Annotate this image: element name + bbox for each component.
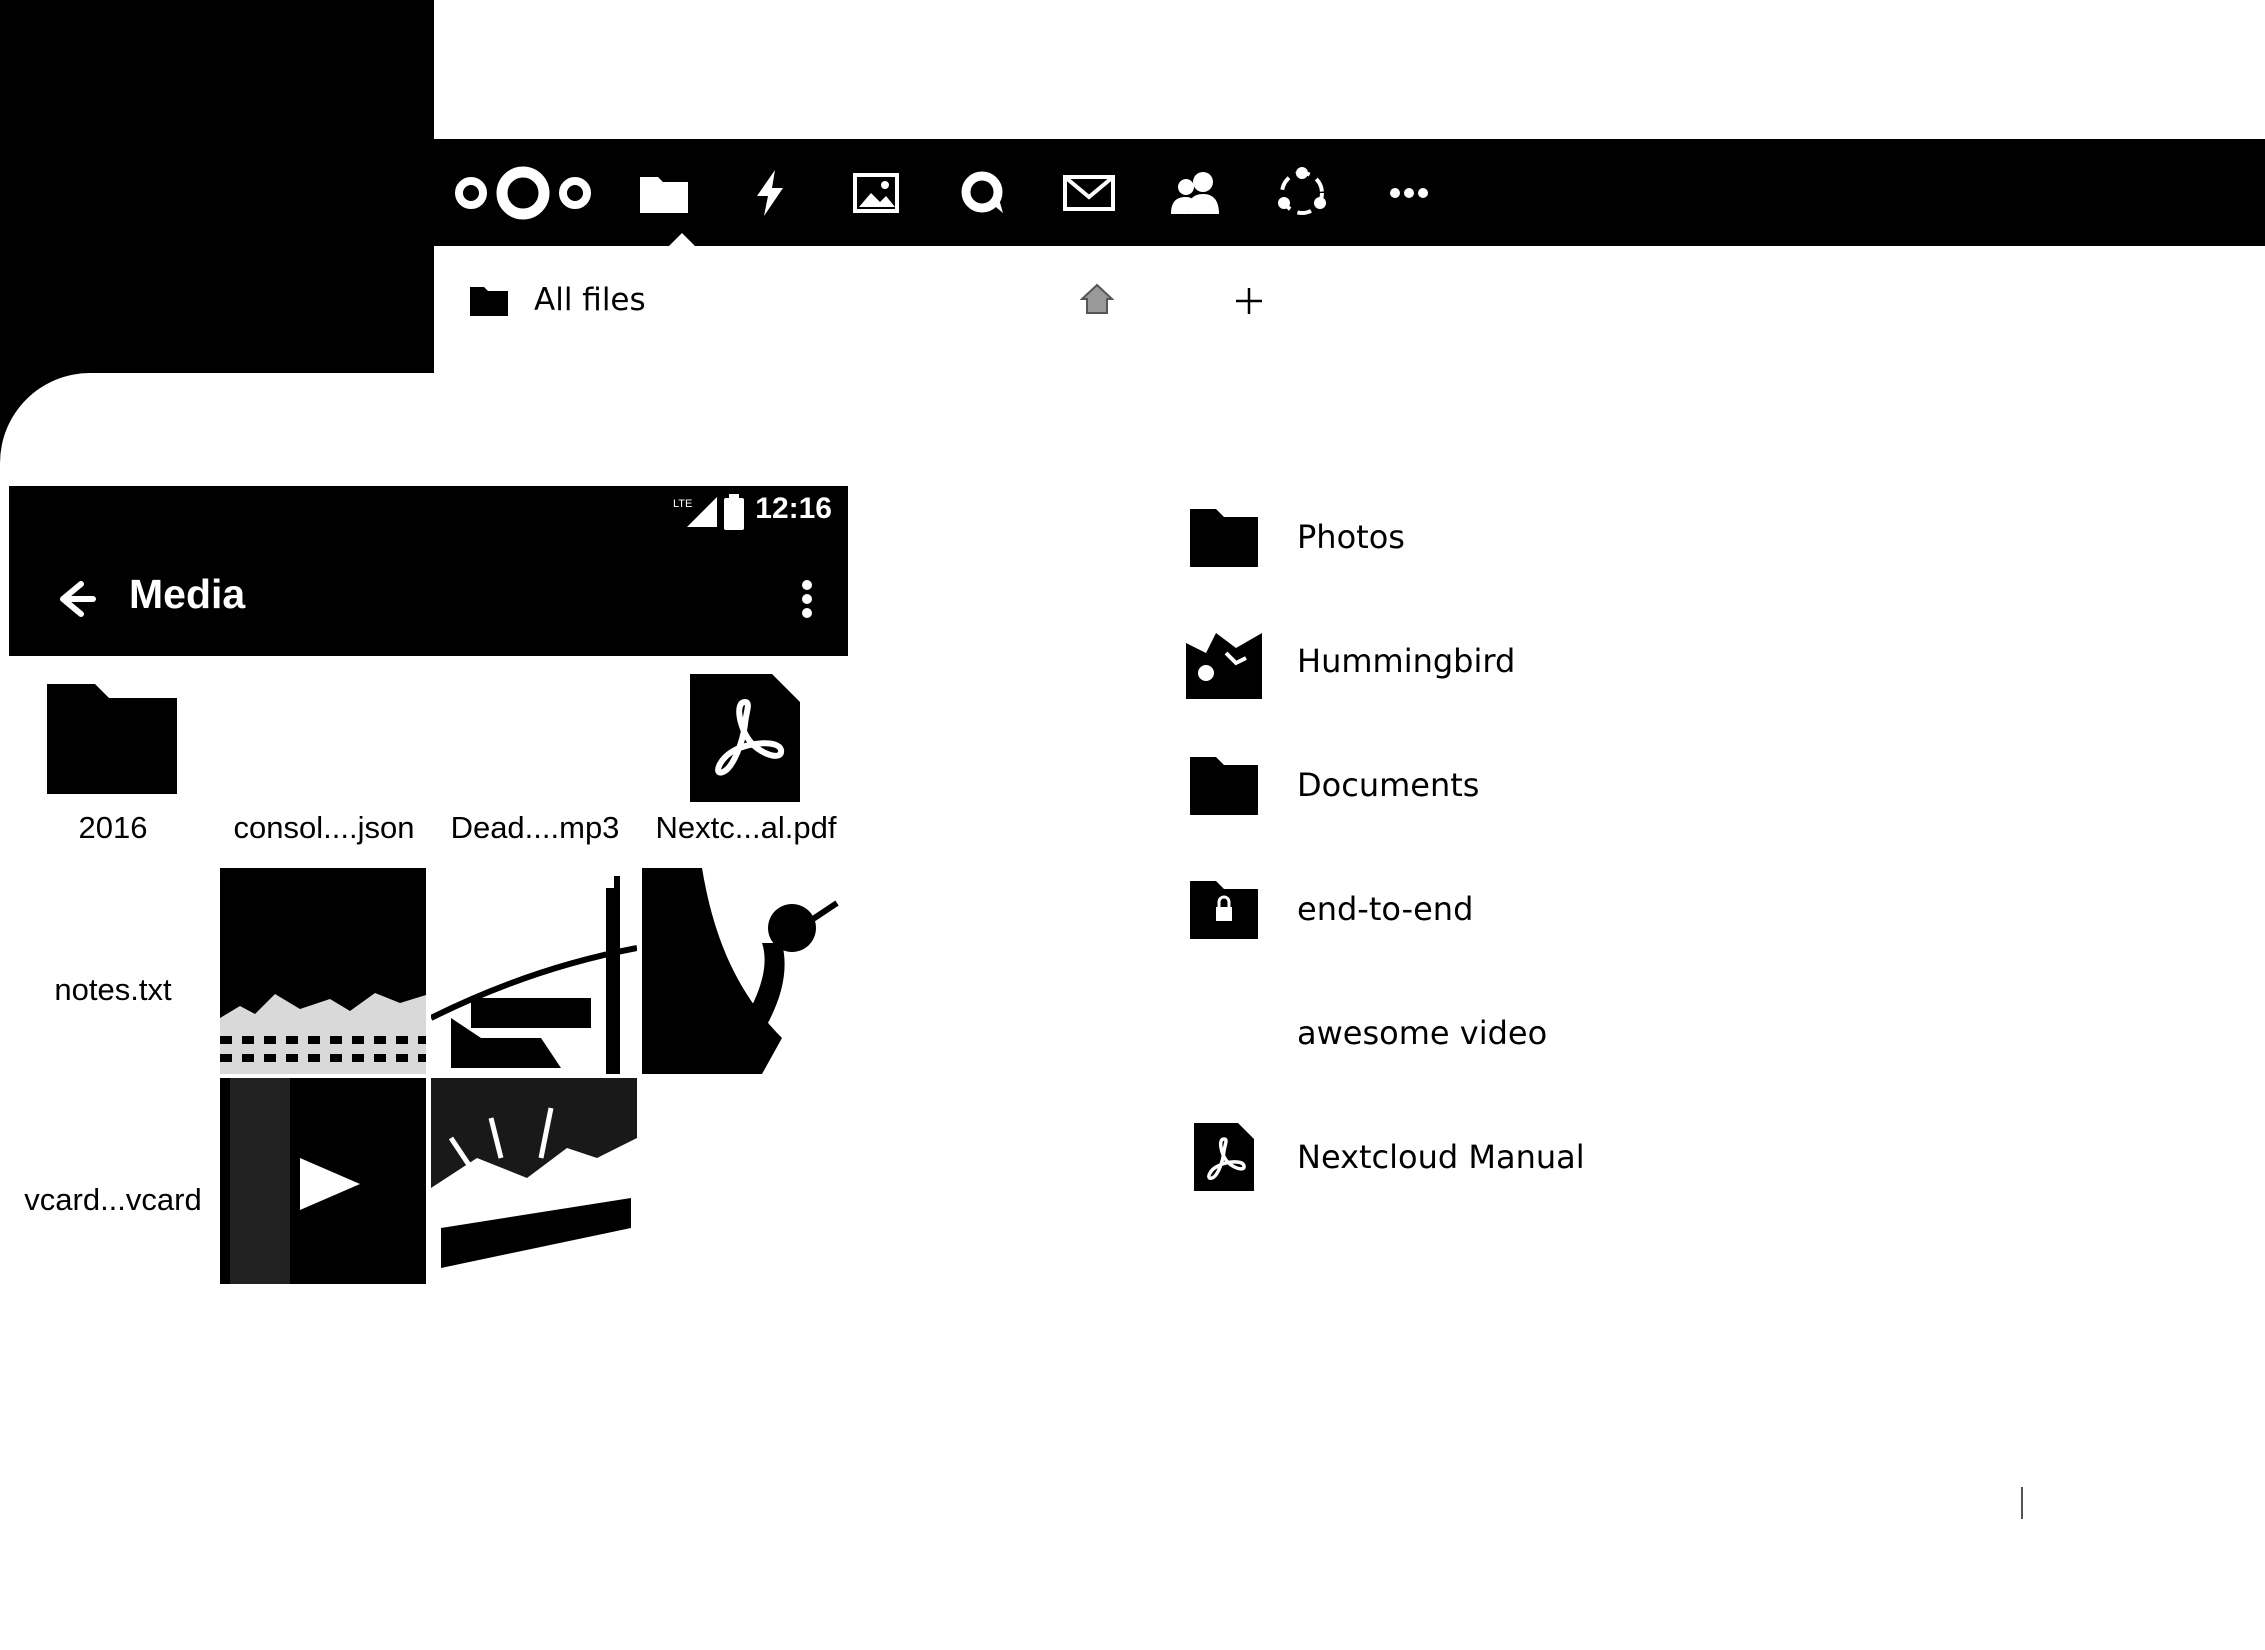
text-cursor: [2021, 1487, 2023, 1519]
locked-folder-icon: [1186, 871, 1262, 947]
file-name: Nextcloud Manual: [1297, 1138, 1585, 1176]
file-row[interactable]: Hummingbird: [1186, 621, 1786, 701]
activity-app-icon[interactable]: [730, 139, 810, 246]
signal-icon: LTE: [673, 497, 717, 527]
file-row[interactable]: Nextcloud Manual: [1186, 1117, 1786, 1197]
folder-icon: [47, 684, 177, 794]
grid-item-label: vcard...vcard: [24, 1182, 202, 1217]
back-arrow-icon[interactable]: [43, 568, 105, 630]
file-row[interactable]: Photos: [1186, 497, 1786, 577]
grid-item-pdf[interactable]: Nextc...al.pdf: [642, 660, 850, 868]
grid-item-label: 2016: [78, 810, 148, 845]
file-name: Photos: [1297, 518, 1405, 556]
grid-item-file[interactable]: vcard...vcard: [9, 1078, 217, 1286]
pdf-icon: [1186, 1119, 1262, 1195]
grid-item-file[interactable]: notes.txt: [9, 870, 217, 1078]
breadcrumb-label: All files: [534, 282, 646, 318]
image-thumbnail: [1186, 623, 1262, 699]
files-app-icon[interactable]: [624, 139, 704, 246]
play-icon: [300, 1158, 360, 1210]
active-app-indicator: [668, 233, 696, 247]
phone-app-bar: Media: [9, 538, 848, 656]
image-thumbnail[interactable]: [431, 1078, 637, 1284]
background-block: [0, 0, 434, 373]
file-row[interactable]: Documents: [1186, 745, 1786, 825]
contacts-app-icon[interactable]: [1156, 139, 1236, 246]
grid-item-label: Nextc...al.pdf: [655, 810, 837, 845]
file-name: awesome video: [1297, 1014, 1548, 1052]
file-name: Hummingbird: [1297, 642, 1516, 680]
gallery-app-icon[interactable]: [836, 139, 916, 246]
grid-item-label: Dead....mp3: [450, 810, 620, 845]
home-icon[interactable]: [1079, 282, 1115, 316]
add-button[interactable]: [1232, 284, 1266, 318]
status-time: 12:16: [755, 492, 832, 525]
circles-app-icon[interactable]: [1262, 139, 1342, 246]
app-title: Media: [129, 571, 246, 617]
folder-icon: [470, 287, 508, 316]
grid-item-file[interactable]: Dead....mp3: [431, 660, 639, 868]
file-row[interactable]: awesome video: [1186, 993, 1786, 1073]
image-thumbnail[interactable]: [431, 868, 637, 1074]
file-name: end-to-end: [1297, 890, 1474, 928]
battery-icon: [724, 494, 744, 530]
overflow-menu-icon[interactable]: [792, 568, 822, 630]
grid-item-label: notes.txt: [54, 972, 172, 1007]
more-apps-icon[interactable]: [1369, 139, 1449, 246]
file-name: Documents: [1297, 766, 1480, 804]
folder-icon: [1186, 499, 1262, 575]
breadcrumb[interactable]: All files: [470, 280, 646, 320]
pdf-icon: [690, 674, 800, 802]
nextcloud-logo[interactable]: [448, 139, 598, 246]
grid-item-folder[interactable]: 2016: [9, 660, 217, 868]
image-thumbnail[interactable]: [220, 868, 426, 1074]
file-row[interactable]: end-to-end: [1186, 869, 1786, 949]
phone-status-bar: LTE 12:16: [9, 486, 848, 538]
grid-item-label: consol....json: [233, 810, 415, 845]
mail-app-icon[interactable]: [1049, 139, 1129, 246]
video-thumbnail[interactable]: [220, 1078, 426, 1284]
folder-icon: [1186, 747, 1262, 823]
grid-item-file[interactable]: consol....json: [220, 660, 428, 868]
image-thumbnail[interactable]: [642, 868, 848, 1074]
top-navigation-bar: [434, 139, 2265, 246]
video-file-icon: [1186, 995, 1262, 1071]
talk-app-icon[interactable]: [943, 139, 1023, 246]
svg-text:LTE: LTE: [673, 498, 692, 510]
